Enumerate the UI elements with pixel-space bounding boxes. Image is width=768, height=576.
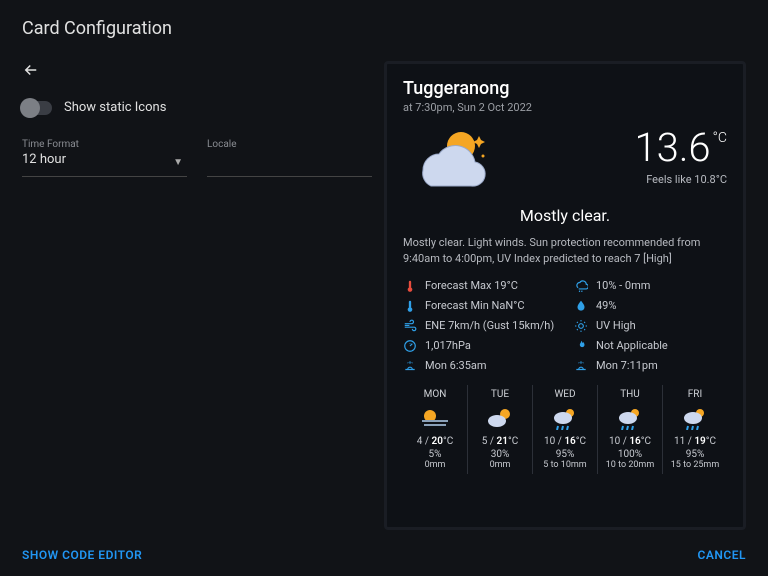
weather-hero-icon	[403, 120, 493, 190]
sunset-icon	[574, 359, 588, 373]
forecast-day-temp: 10 / 16°C	[600, 436, 660, 447]
forecast-day: WED 10 / 16°C 95%5 to 10mm	[533, 385, 598, 474]
forecast-day-temp: 10 / 16°C	[535, 436, 595, 447]
uv: UV High	[596, 319, 636, 332]
forecast-min: Forecast Min NaN°C	[425, 299, 524, 312]
forecast-max: Forecast Max 19°C	[425, 279, 518, 292]
config-panel: Show static Icons Time Format 12 hour ▼ …	[22, 61, 372, 530]
static-icons-label: Show static Icons	[64, 100, 166, 115]
rain-chance-icon	[574, 279, 588, 293]
feels-like: Feels like 10.8°C	[634, 173, 727, 186]
locale-value	[207, 152, 372, 170]
pressure-icon	[403, 339, 417, 353]
forecast-day-name: FRI	[665, 389, 725, 400]
forecast-day-pct: 95%	[535, 449, 595, 460]
show-code-editor-button[interactable]: SHOW CODE EDITOR	[22, 548, 142, 562]
back-button[interactable]	[22, 61, 372, 84]
forecast-day: THU 10 / 16°C 100%10 to 20mm	[598, 385, 663, 474]
static-icons-toggle[interactable]	[22, 101, 52, 115]
forecast-day-rain: 10 to 20mm	[600, 460, 660, 470]
forecast-day-name: TUE	[470, 389, 530, 400]
thermometer-hot-icon	[403, 279, 417, 293]
fire-danger: Not Applicable	[596, 339, 668, 352]
time-format-field[interactable]: Time Format 12 hour ▼	[22, 139, 187, 177]
time-format-label: Time Format	[22, 139, 187, 150]
time-format-value: 12 hour	[22, 152, 187, 170]
wind: ENE 7km/h (Gust 15km/h)	[425, 319, 554, 332]
forecast-day-icon	[535, 404, 595, 432]
forecast-day-icon	[405, 404, 465, 432]
sunrise-icon	[403, 359, 417, 373]
cancel-button[interactable]: CANCEL	[698, 548, 746, 562]
chevron-down-icon: ▼	[173, 157, 183, 168]
forecast-day-rain: 0mm	[470, 460, 530, 470]
forecast-row: MON4 / 20°C5%0mmTUE5 / 21°C30%0mmWED10 /…	[403, 385, 727, 474]
current-temp: 13.6	[634, 124, 710, 171]
temp-unit: °C	[713, 130, 727, 146]
fire-icon	[574, 339, 588, 353]
forecast-day-rain: 5 to 10mm	[535, 460, 595, 470]
forecast-day-temp: 4 / 20°C	[405, 436, 465, 447]
forecast-day-rain: 0mm	[405, 460, 465, 470]
locale-field[interactable]: Locale	[207, 139, 372, 177]
page-title: Card Configuration	[22, 18, 746, 39]
forecast-day: FRI 11 / 19°C 95%15 to 25mm	[663, 385, 727, 474]
forecast-day-temp: 11 / 19°C	[665, 436, 725, 447]
forecast-day-pct: 5%	[405, 449, 465, 460]
humidity-icon	[574, 299, 588, 313]
forecast-day-icon	[470, 404, 530, 432]
rain-chance: 10% - 0mm	[596, 279, 650, 292]
forecast-day-name: WED	[535, 389, 595, 400]
location-timestamp: at 7:30pm, Sun 2 Oct 2022	[403, 101, 727, 114]
pressure: 1,017hPa	[425, 339, 471, 352]
forecast-day: MON 4 / 20°C 5%0mm	[403, 385, 468, 474]
condition-text: Mostly clear.	[403, 206, 727, 225]
forecast-day-name: MON	[405, 389, 465, 400]
forecast-day: TUE 5 / 21°C 30%0mm	[468, 385, 533, 474]
humidity: 49%	[596, 299, 616, 312]
wind-icon	[403, 319, 417, 333]
forecast-day-icon	[600, 404, 660, 432]
forecast-day-pct: 30%	[470, 449, 530, 460]
location-name: Tuggeranong	[403, 78, 727, 99]
sunrise: Mon 6:35am	[425, 359, 487, 372]
forecast-day-temp: 5 / 21°C	[470, 436, 530, 447]
sunset: Mon 7:11pm	[596, 359, 658, 372]
thermometer-cold-icon	[403, 299, 417, 313]
condition-description: Mostly clear. Light winds. Sun protectio…	[403, 235, 727, 267]
forecast-day-icon	[665, 404, 725, 432]
forecast-day-pct: 95%	[665, 449, 725, 460]
forecast-day-pct: 100%	[600, 449, 660, 460]
locale-label: Locale	[207, 139, 372, 150]
weather-card-preview: Tuggeranong at 7:30pm, Sun 2 Oct 2022 13…	[384, 61, 746, 530]
forecast-day-rain: 15 to 25mm	[665, 460, 725, 470]
uv-icon	[574, 319, 588, 333]
forecast-day-name: THU	[600, 389, 660, 400]
